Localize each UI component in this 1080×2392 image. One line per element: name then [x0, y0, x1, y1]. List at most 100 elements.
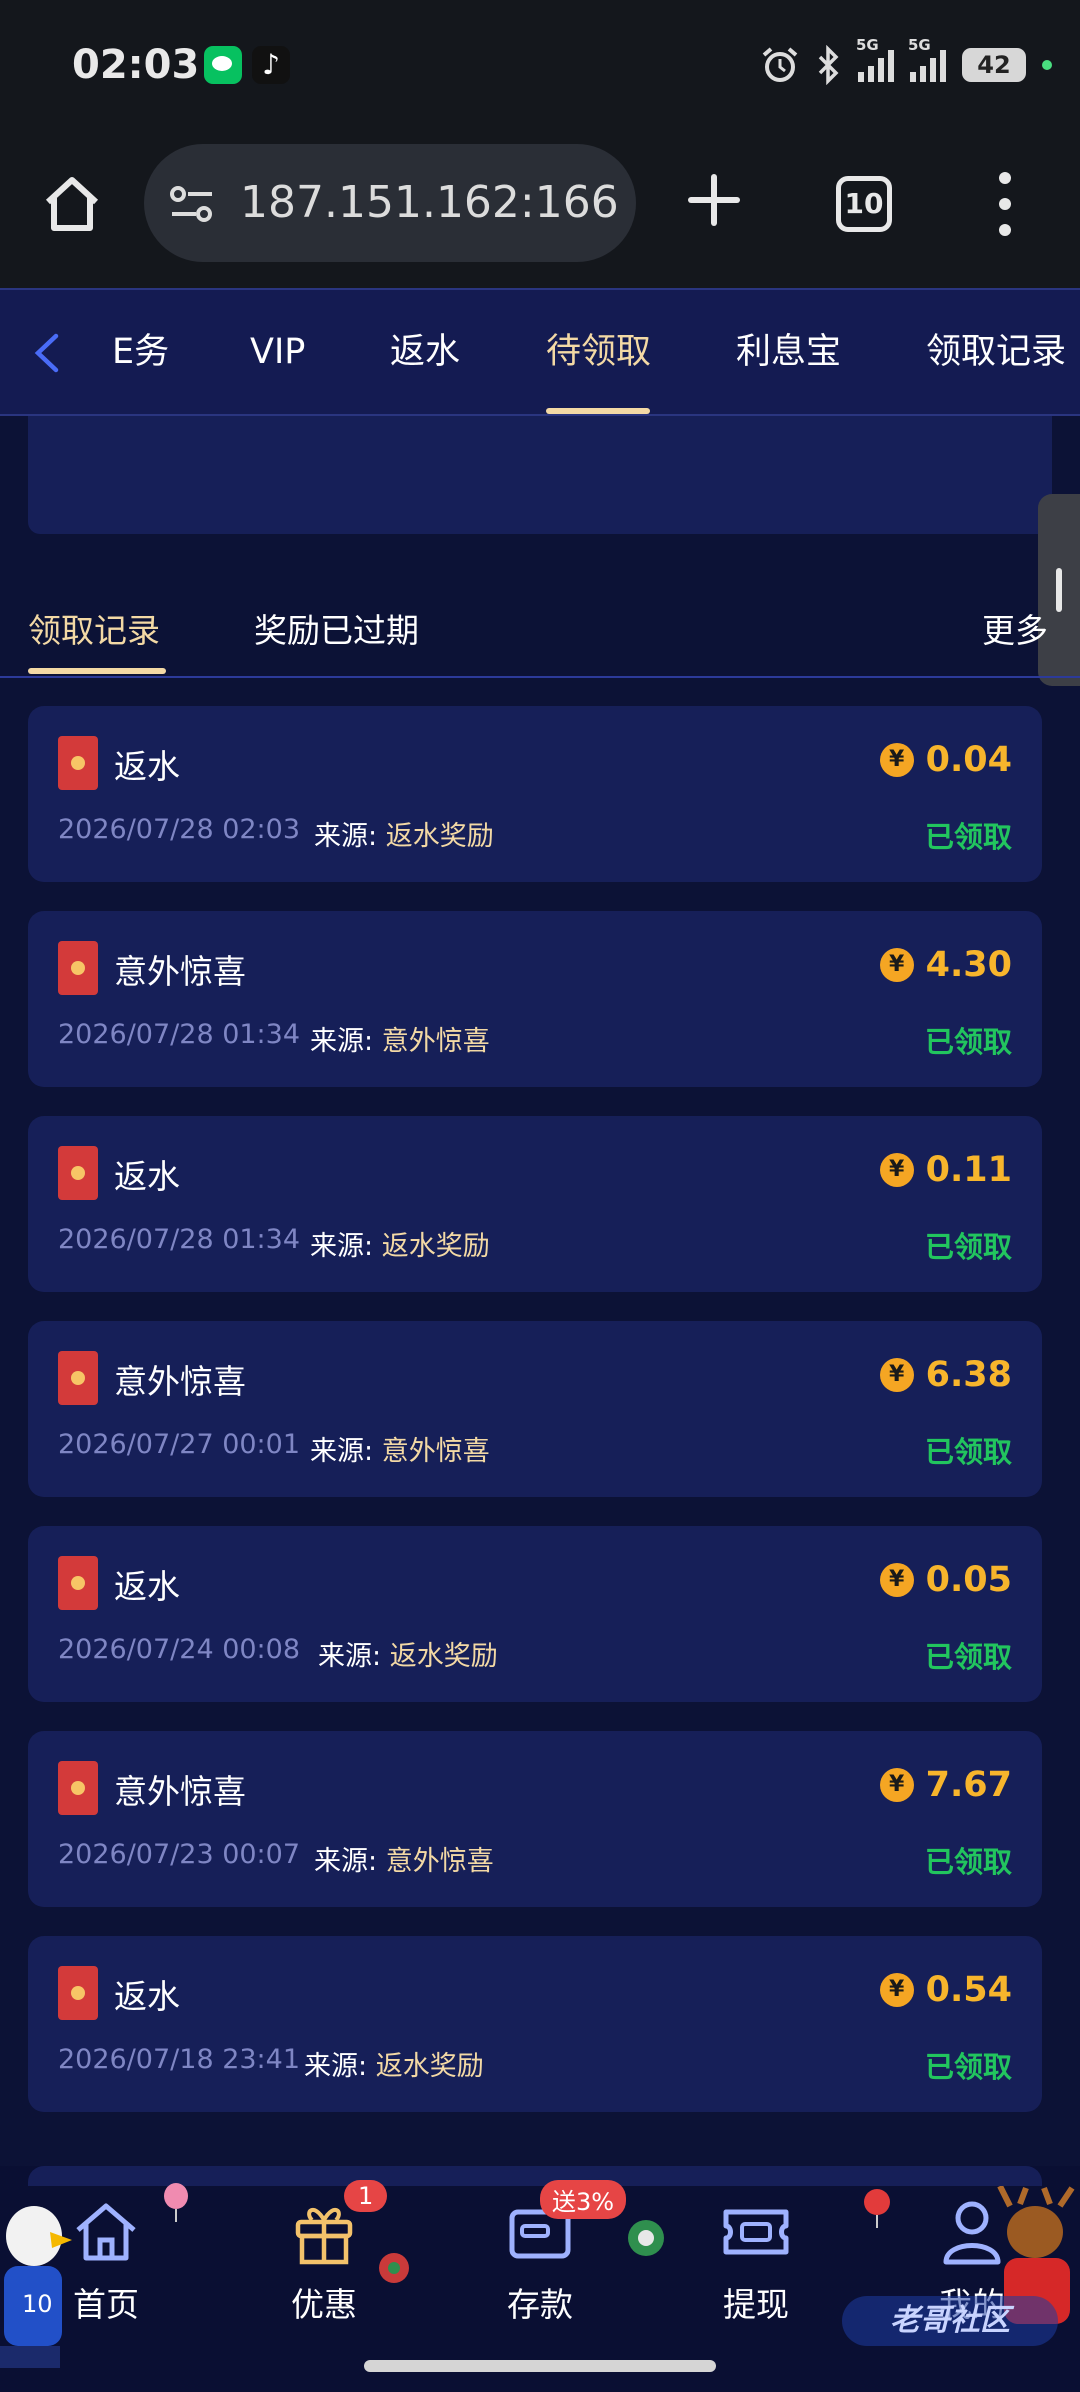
new-tab-icon[interactable] — [686, 172, 742, 228]
nav-tab-vip[interactable]: VIP — [250, 290, 305, 414]
source-label: 来源: — [314, 821, 378, 852]
red-envelope-icon — [58, 736, 98, 790]
yen-coin-icon: ¥ — [879, 1973, 914, 2007]
source-label: 来源: — [314, 1846, 378, 1877]
source-label: 来源: — [310, 1231, 374, 1262]
record-date: 2026/07/28 01:34 — [58, 1224, 301, 1255]
tiktok-icon: ♪ — [252, 46, 290, 84]
record-item[interactable]: 返水 ¥ 0.11 2026/07/28 01:34 来源: 返水奖励 已领取 — [28, 1116, 1042, 1292]
record-amount: ¥ 0.04 — [879, 740, 1012, 780]
record-title: 返水 — [114, 1977, 180, 2016]
record-item[interactable]: 意外惊喜 ¥ 4.30 2026/07/28 01:34 来源: 意外惊喜 已领… — [28, 911, 1042, 1087]
yen-coin-icon: ¥ — [879, 1153, 914, 1187]
bottom-nav-home[interactable]: 首页 — [46, 2196, 166, 2326]
record-title: 返水 — [114, 747, 180, 786]
alarm-icon — [762, 47, 798, 82]
record-title: 意外惊喜 — [114, 952, 246, 991]
tab-switcher-button[interactable]: 10 — [836, 176, 892, 232]
bluetooth-icon — [818, 45, 839, 85]
nav-tab-interest[interactable]: 利息宝 — [736, 290, 841, 414]
record-date: 2026/07/27 00:01 — [58, 1429, 301, 1460]
signal-icon-1: 5G — [856, 36, 894, 82]
sub-tab-expired[interactable]: 奖励已过期 — [254, 604, 419, 652]
gesture-bar[interactable] — [364, 2360, 716, 2372]
yen-coin-icon: ¥ — [879, 948, 914, 982]
source-label: 来源: — [310, 1436, 374, 1467]
record-item[interactable]: 意外惊喜 ¥ 7.67 2026/07/23 00:07 来源: 意外惊喜 已领… — [28, 1731, 1042, 1907]
sub-tab-more[interactable]: 更多 — [982, 604, 1048, 652]
record-source: 来源: 返水奖励 — [310, 1224, 490, 1263]
sub-tabs: 领取记录 奖励已过期 更多 — [0, 574, 1080, 678]
amount-value: 7.67 — [925, 1765, 1012, 1805]
wechat-icon — [204, 46, 242, 84]
red-envelope-icon — [58, 1556, 98, 1610]
nav-tab-task[interactable]: E务 — [112, 290, 169, 414]
url-text[interactable]: 187.151.162:16600 — [240, 144, 620, 262]
record-source: 来源: 意外惊喜 — [310, 1429, 490, 1468]
top-nav: E务 VIP 返水 待领取 利息宝 领取记录 — [0, 288, 1080, 416]
status-claimed: 已领取 — [924, 820, 1012, 854]
record-source: 来源: 意外惊喜 — [310, 1019, 490, 1058]
record-item[interactable]: 返水 ¥ 0.05 2026/07/24 00:08 来源: 返水奖励 已领取 — [28, 1526, 1042, 1702]
source-label: 来源: — [310, 1026, 374, 1057]
deposit-badge: 送3% — [540, 2180, 627, 2219]
record-amount: ¥ 0.54 — [879, 1970, 1012, 2010]
watermark-logo: 老哥社区 — [842, 2296, 1058, 2346]
network-type-2: 5G — [908, 36, 931, 54]
status-claimed: 已领取 — [924, 1230, 1012, 1264]
promo-badge: 1 — [344, 2180, 388, 2212]
source-value: 意外惊喜 — [385, 1846, 494, 1877]
record-source: 来源: 返水奖励 — [318, 1634, 498, 1673]
cash-ticket-icon — [723, 2209, 789, 2255]
yen-coin-icon: ¥ — [879, 1563, 914, 1597]
record-amount: ¥ 6.38 — [879, 1355, 1012, 1395]
promo-label: 优惠 — [291, 2285, 357, 2324]
balloon-icon — [164, 2183, 188, 2222]
record-date: 2026/07/18 23:41 — [58, 2044, 301, 2075]
nav-tab-pending[interactable]: 待领取 — [546, 290, 651, 414]
balloon-icon — [864, 2189, 890, 2228]
record-title: 意外惊喜 — [114, 1772, 246, 1811]
bottom-nav-withdraw[interactable]: 提现 — [696, 2196, 816, 2326]
red-envelope-icon — [58, 1966, 98, 2020]
record-title: 意外惊喜 — [114, 1362, 246, 1401]
source-value: 返水奖励 — [381, 1231, 490, 1262]
status-icons: 5G 5G 42 — [760, 36, 1052, 90]
record-date: 2026/07/23 00:07 — [58, 1839, 301, 1870]
deposit-label: 存款 — [507, 2285, 573, 2324]
home-icon[interactable] — [40, 172, 104, 236]
chevron-left-icon[interactable] — [28, 330, 68, 376]
sub-tab-claimed[interactable]: 领取记录 — [28, 604, 160, 652]
record-item[interactable]: 意外惊喜 ¥ 6.38 2026/07/27 00:01 来源: 意外惊喜 已领… — [28, 1321, 1042, 1497]
sub-tab-underline — [28, 668, 166, 674]
source-label: 来源: — [304, 2051, 368, 2082]
nav-tab-claim-history[interactable]: 领取记录 — [926, 290, 1066, 414]
record-list: 返水 ¥ 0.04 2026/07/28 02:03 来源: 返水奖励 已领取 … — [28, 706, 1042, 2141]
status-bar: 02:03 ♪ 5G 5G 42 — [0, 0, 1080, 132]
amount-value: 0.54 — [925, 1970, 1012, 2010]
record-source: 来源: 意外惊喜 — [314, 1839, 494, 1878]
record-amount: ¥ 4.30 — [879, 945, 1012, 985]
amount-value: 0.04 — [925, 740, 1012, 780]
amount-value: 6.38 — [925, 1355, 1012, 1395]
bottom-nav-deposit[interactable]: 存款 送3% — [480, 2180, 627, 2326]
network-type-1: 5G — [856, 36, 879, 54]
yen-coin-icon: ¥ — [879, 1768, 914, 1802]
record-item[interactable]: 返水 ¥ 0.54 2026/07/18 23:41 来源: 返水奖励 已领取 — [28, 1936, 1042, 2112]
record-title: 返水 — [114, 1567, 180, 1606]
site-settings-icon[interactable] — [168, 184, 216, 224]
home-label: 首页 — [73, 2285, 139, 2324]
status-time: 02:03 — [72, 42, 200, 88]
record-source: 来源: 返水奖励 — [304, 2044, 484, 2083]
address-bar[interactable]: 187.151.162:16600 — [144, 144, 636, 262]
amount-value: 0.11 — [925, 1150, 1012, 1190]
nav-tab-rebate[interactable]: 返水 — [390, 290, 460, 414]
record-item[interactable]: 返水 ¥ 0.04 2026/07/28 02:03 来源: 返水奖励 已领取 — [28, 706, 1042, 882]
source-value: 返水奖励 — [385, 821, 494, 852]
record-amount: ¥ 0.05 — [879, 1560, 1012, 1600]
source-value: 意外惊喜 — [381, 1436, 490, 1467]
ball-icon — [628, 2220, 664, 2256]
signal-icon-2: 5G — [908, 36, 946, 82]
browser-menu-icon[interactable] — [998, 172, 1012, 236]
bottom-nav-promo[interactable]: 优惠 1 — [264, 2180, 388, 2326]
